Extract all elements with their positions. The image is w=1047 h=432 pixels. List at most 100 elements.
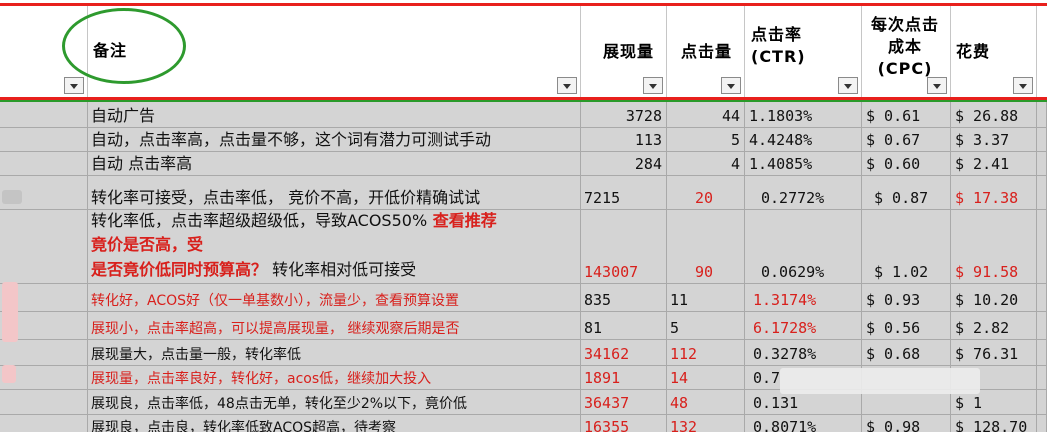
cell-impr[interactable]: 113 — [581, 128, 667, 151]
cell-cpc[interactable]: $ 0.67 — [862, 128, 951, 151]
cell-extra[interactable] — [1037, 366, 1047, 389]
cell-remark[interactable]: 展现良，点击良，转化率低致ACOS超高，待考察 — [88, 415, 581, 432]
value-spend: $ 91.58 — [955, 263, 1019, 281]
cell-remark[interactable]: 自动广告 — [88, 102, 581, 127]
filter-dropdown-icon[interactable] — [1013, 77, 1033, 94]
cell-extra[interactable] — [1037, 128, 1047, 151]
value-cpc: $ 0.60 — [866, 155, 921, 173]
cell-impr[interactable]: 284 — [581, 152, 667, 175]
cell-clicks[interactable]: 11 — [667, 284, 745, 311]
table-row: 转化率可接受，点击率低， 竞价不高，开低价精确试试 7215 20 0.2772% $ … — [0, 176, 1047, 210]
cell-impr[interactable]: 16355 — [581, 415, 667, 432]
cell-cpc[interactable]: $ 0.60 — [862, 152, 951, 175]
cell-clicks[interactable]: 48 — [667, 390, 745, 414]
cell-cpc[interactable]: $ 0.68 — [862, 340, 951, 365]
cell-clicks[interactable]: 5 — [667, 312, 745, 339]
cell-spend[interactable]: $ 10.20 — [951, 284, 1037, 311]
value-clicks: 14 — [670, 369, 689, 387]
cell-remark[interactable]: 自动 点击率高 — [88, 152, 581, 175]
remark-text: 展现良，点击良，转化率低致ACOS超高，待考察 — [91, 420, 397, 432]
cell-blank[interactable] — [0, 128, 88, 151]
cell-spend[interactable]: $ 91.58 — [951, 210, 1037, 283]
cell-cpc[interactable]: $ 0.98 — [862, 415, 951, 432]
cell-spend[interactable]: $ 76.31 — [951, 340, 1037, 365]
cell-ctr[interactable]: 6.1728% — [745, 312, 862, 339]
remark-text: 自动广告 — [91, 106, 156, 125]
cell-ctr[interactable]: 0.3278% — [745, 340, 862, 365]
cell-ctr[interactable]: 1.4085% — [745, 152, 862, 175]
cell-extra[interactable] — [1037, 176, 1047, 209]
cell-extra[interactable] — [1037, 210, 1047, 283]
cell-blank[interactable] — [0, 102, 88, 127]
cell-cpc[interactable]: $ 0.93 — [862, 284, 951, 311]
cell-remark[interactable]: 转化好，ACOS好（仅一单基数小），流量少，查看预算设置 — [88, 284, 581, 311]
cell-spend[interactable]: $ 2.41 — [951, 152, 1037, 175]
cell-cpc[interactable]: $ 0.87 — [862, 176, 951, 209]
cell-clicks[interactable]: 20 — [667, 176, 745, 209]
value-spend: $ 76.31 — [955, 345, 1019, 363]
cell-extra[interactable] — [1037, 340, 1047, 365]
cell-remark[interactable]: 自动，点击率高，点击量不够，这个词有潜力可测试手动 — [88, 128, 581, 151]
cell-blank[interactable] — [0, 340, 88, 365]
cell-clicks[interactable]: 112 — [667, 340, 745, 365]
cell-ctr[interactable]: 0.8071% — [745, 415, 862, 432]
filter-dropdown-icon[interactable] — [927, 77, 947, 94]
filter-dropdown-icon[interactable] — [557, 77, 577, 94]
cell-extra[interactable] — [1037, 102, 1047, 127]
header-cell-spend: 花费 — [951, 6, 1037, 97]
cell-impr[interactable]: 1891 — [581, 366, 667, 389]
cell-spend[interactable]: $ 3.37 — [951, 128, 1037, 151]
cell-remark[interactable]: 展现良，点击率低，48点击无单，转化至少2%以下，竟价低 — [88, 390, 581, 414]
cell-blank[interactable] — [0, 152, 88, 175]
remark-line-1: 转化率低，点击率超级超级低，导致ACOS50% 查看推荐 — [91, 211, 497, 231]
cell-impr[interactable]: 34162 — [581, 340, 667, 365]
cell-blank[interactable] — [0, 210, 88, 283]
value-ctr: 1.4085% — [749, 155, 813, 173]
cell-blank[interactable] — [0, 390, 88, 414]
value-clicks: 20 — [695, 189, 714, 207]
cell-impr[interactable]: 835 — [581, 284, 667, 311]
cell-clicks[interactable]: 44 — [667, 102, 745, 127]
cell-ctr[interactable]: 0.0629% — [745, 210, 862, 283]
remark-text: 展现小，点击率超高，可以提高展现量， 继续观察后期是否 — [91, 321, 460, 337]
value-impr: 113 — [634, 131, 662, 149]
cell-cpc[interactable]: $ 1.02 — [862, 210, 951, 283]
filter-dropdown-icon[interactable] — [838, 77, 858, 94]
cell-ctr[interactable]: 1.3174% — [745, 284, 862, 311]
cell-clicks[interactable]: 5 — [667, 128, 745, 151]
cell-remark[interactable]: 展现量大，点击量一般，转化率低 — [88, 340, 581, 365]
header-cell-clicks: 点击量 — [667, 6, 745, 97]
cell-clicks[interactable]: 90 — [667, 210, 745, 283]
filter-dropdown-icon[interactable] — [643, 77, 663, 94]
cell-spend[interactable]: $ 2.82 — [951, 312, 1037, 339]
cell-clicks[interactable]: 4 — [667, 152, 745, 175]
cell-ctr[interactable]: 1.1803% — [745, 102, 862, 127]
cell-extra[interactable] — [1037, 284, 1047, 311]
cell-remark[interactable]: 展现小，点击率超高，可以提高展现量， 继续观察后期是否 — [88, 312, 581, 339]
cell-remark[interactable]: 展现量，点击率良好，转化好，acos低，继续加大投入 — [88, 366, 581, 389]
cell-spend[interactable]: $ 26.88 — [951, 102, 1037, 127]
cell-impr[interactable]: 81 — [581, 312, 667, 339]
cell-impr[interactable]: 7215 — [581, 176, 667, 209]
cell-extra[interactable] — [1037, 390, 1047, 414]
value-impr: 3728 — [625, 107, 662, 125]
cell-spend[interactable]: $ 17.38 — [951, 176, 1037, 209]
cell-ctr[interactable]: 4.4248% — [745, 128, 862, 151]
cell-blank[interactable] — [0, 415, 88, 432]
cell-ctr[interactable]: 0.2772% — [745, 176, 862, 209]
cell-impr[interactable]: 36437 — [581, 390, 667, 414]
cell-remark[interactable]: 转化率可接受，点击率低， 竞价不高，开低价精确试试 — [88, 176, 581, 209]
cell-remark[interactable]: 转化率低，点击率超级超级低，导致ACOS50% 查看推荐 竟价是否高，受 是否竟价低… — [88, 210, 581, 283]
filter-dropdown-icon[interactable] — [64, 77, 84, 94]
filter-dropdown-icon[interactable] — [721, 77, 741, 94]
cell-cpc[interactable]: $ 0.56 — [862, 312, 951, 339]
cell-clicks[interactable]: 132 — [667, 415, 745, 432]
cell-extra[interactable] — [1037, 152, 1047, 175]
cell-cpc[interactable]: $ 0.61 — [862, 102, 951, 127]
cell-impr[interactable]: 143007 — [581, 210, 667, 283]
cell-extra[interactable] — [1037, 415, 1047, 432]
cell-extra[interactable] — [1037, 312, 1047, 339]
cell-spend[interactable]: $ 128.70 — [951, 415, 1037, 432]
cell-impr[interactable]: 3728 — [581, 102, 667, 127]
cell-clicks[interactable]: 14 — [667, 366, 745, 389]
